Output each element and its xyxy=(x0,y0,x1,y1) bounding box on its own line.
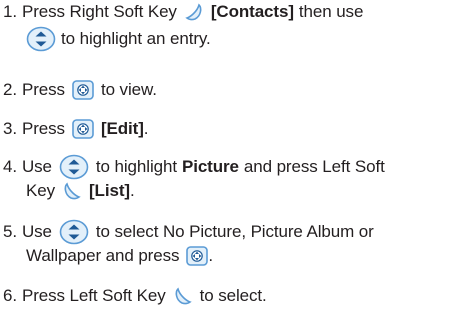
right-soft-key-icon xyxy=(185,3,202,21)
step-text: Press xyxy=(21,119,65,138)
nav-updown-key-icon xyxy=(59,219,89,245)
nav-updown-key-icon xyxy=(26,26,56,52)
step-text: Use xyxy=(21,157,52,176)
step-5: 5. Use to select No Picture, Picture Alb… xyxy=(3,219,374,268)
step-number: 4. xyxy=(3,157,17,176)
step-text-tail: . xyxy=(208,246,214,265)
step-4: 4. Use to highlight Picture and press Le… xyxy=(3,154,385,203)
step-text: to select No Picture, Picture Album or xyxy=(95,222,374,241)
step-3-line-1: 3. Press [Edit] . xyxy=(3,117,149,141)
step-6-line-1: 6. Press Left Soft Key to select. xyxy=(3,284,267,308)
instruction-steps: 1. Press Right Soft Key [Contacts] then … xyxy=(0,0,453,335)
step-text-tail: then use xyxy=(298,2,364,21)
step-text: to highlight xyxy=(95,157,177,176)
step-text: to highlight an entry. xyxy=(61,29,211,48)
nav-updown-key-icon xyxy=(59,154,89,180)
step-2-line-1: 2. Press to view. xyxy=(3,78,157,102)
step-number: 2. xyxy=(3,80,17,99)
step-1-line-2: to highlight an entry. xyxy=(3,26,363,52)
step-text: to view. xyxy=(100,80,157,99)
step-5-line-2: Wallpaper and press . xyxy=(3,244,374,268)
step-number: 5. xyxy=(3,222,17,241)
step-2: 2. Press to view. xyxy=(3,78,157,102)
step-number: 6. xyxy=(3,286,17,305)
step-bold-label: [List] xyxy=(89,181,130,200)
step-number: 1. xyxy=(3,2,17,21)
step-text-tail: . xyxy=(143,119,149,138)
left-soft-key-icon xyxy=(64,182,81,200)
ok-key-icon xyxy=(186,246,209,266)
ok-key-icon xyxy=(72,80,94,100)
step-text: and press Left Soft xyxy=(243,157,385,176)
step-4-line-2: Key [List] . xyxy=(3,179,385,203)
step-6: 6. Press Left Soft Key to select. xyxy=(3,284,267,308)
step-text: Use xyxy=(21,222,52,241)
step-3: 3. Press [Edit] . xyxy=(3,117,149,141)
step-number: 3. xyxy=(3,119,17,138)
step-1-line-1: 1. Press Right Soft Key [Contacts] then … xyxy=(3,0,363,24)
step-bold-label: [Contacts] xyxy=(210,2,294,21)
step-text: Press Left Soft Key xyxy=(21,286,166,305)
step-bold-label: [Edit] xyxy=(100,119,144,138)
step-text-tail: . xyxy=(129,181,135,200)
step-text: Press Right Soft Key xyxy=(21,2,177,21)
step-4-line-1: 4. Use to highlight Picture and press Le… xyxy=(3,154,385,180)
step-text: to select. xyxy=(199,286,267,305)
left-soft-key-icon xyxy=(175,287,192,305)
step-text: Key xyxy=(26,181,55,200)
step-1: 1. Press Right Soft Key [Contacts] then … xyxy=(3,0,363,52)
step-text: Wallpaper and press xyxy=(26,246,180,265)
step-5-line-1: 5. Use to select No Picture, Picture Alb… xyxy=(3,219,374,245)
step-bold-label: Picture xyxy=(181,157,239,176)
step-text: Press xyxy=(21,80,65,99)
ok-key-icon xyxy=(72,119,94,139)
